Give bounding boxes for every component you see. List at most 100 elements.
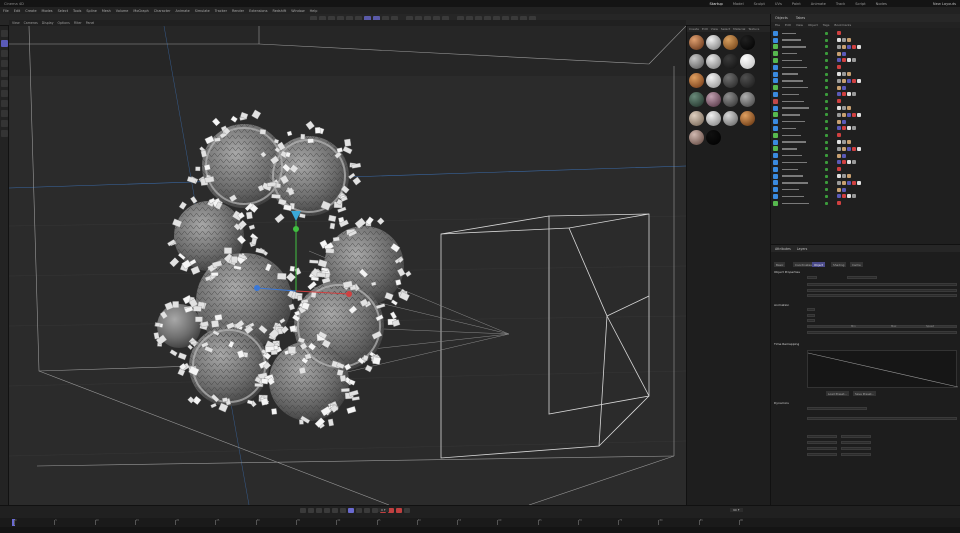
visibility-check-icon[interactable]: [825, 52, 828, 56]
visibility-check-icon[interactable]: [825, 106, 828, 110]
field-2[interactable]: [847, 276, 877, 280]
transport-button-icon[interactable]: [356, 508, 362, 513]
menu-tracker[interactable]: Tracker: [215, 9, 227, 13]
material-tag-icon[interactable]: [842, 187, 846, 192]
transport-button-icon[interactable]: [396, 508, 402, 513]
field-3[interactable]: [807, 283, 957, 287]
material-tag-icon[interactable]: [837, 58, 841, 63]
material-tag-icon[interactable]: [847, 160, 851, 165]
object-menu-file[interactable]: File: [775, 23, 780, 27]
material-tag-icon[interactable]: [842, 174, 846, 179]
material-tag-icon[interactable]: [842, 180, 846, 185]
material-tag-icon[interactable]: [852, 44, 856, 49]
material-swatch[interactable]: [689, 111, 704, 126]
object-menu-tags[interactable]: Tags: [823, 23, 830, 27]
layout-tab-track[interactable]: Track: [836, 2, 845, 6]
menu-volume[interactable]: Volume: [116, 9, 129, 13]
prop-tab-coordinates[interactable]: Coordinates: [793, 262, 814, 267]
field-19[interactable]: [841, 453, 871, 457]
menu-mograph[interactable]: MoGraph: [133, 9, 148, 13]
material-tag-icon[interactable]: [837, 160, 841, 165]
menu-extensions[interactable]: Extensions: [249, 9, 267, 13]
field-8[interactable]: [807, 319, 815, 323]
visibility-check-icon[interactable]: [825, 181, 828, 185]
material-swatch[interactable]: [740, 73, 755, 88]
visibility-check-icon[interactable]: [825, 201, 828, 205]
material-tag-icon[interactable]: [842, 78, 846, 83]
visibility-check-icon[interactable]: [825, 133, 828, 137]
visibility-check-icon[interactable]: [825, 99, 828, 103]
material-swatch[interactable]: [723, 111, 738, 126]
material-tag-icon[interactable]: [852, 180, 856, 185]
prop-tab-cache[interactable]: Cache: [850, 262, 863, 267]
material-tag-icon[interactable]: [842, 92, 846, 97]
material-tag-icon[interactable]: [837, 38, 841, 43]
layout-tab-script[interactable]: Script: [855, 2, 865, 6]
visibility-check-icon[interactable]: [825, 120, 828, 124]
object-row[interactable]: [781, 193, 960, 200]
material-tag-icon[interactable]: [837, 51, 841, 56]
menu-modes[interactable]: Modes: [42, 9, 53, 13]
tool-icon[interactable]: [1, 130, 8, 137]
material-tag-icon[interactable]: [842, 146, 846, 151]
material-tag-icon[interactable]: [837, 140, 841, 145]
material-tag-icon[interactable]: [852, 92, 856, 97]
material-tag-icon[interactable]: [847, 38, 851, 43]
material-tag-icon[interactable]: [842, 119, 846, 124]
material-tag-icon[interactable]: [852, 112, 856, 117]
material-tag-icon[interactable]: [847, 92, 851, 97]
object-row[interactable]: [781, 132, 960, 139]
field-6[interactable]: [807, 308, 815, 312]
material-tag-icon[interactable]: [837, 85, 841, 90]
material-tag-icon[interactable]: [842, 38, 846, 43]
section-time-remapping[interactable]: Time Remapping: [774, 342, 799, 346]
field-12[interactable]: [807, 435, 837, 439]
menu-simulate[interactable]: Simulate: [195, 9, 210, 13]
layout-tab-uvs[interactable]: UVs: [775, 2, 782, 6]
material-tag-icon[interactable]: [837, 119, 841, 124]
prop-tab-object[interactable]: Object: [812, 262, 826, 267]
viewport-menu-cameras[interactable]: Cameras: [24, 21, 38, 25]
material-tag-icon[interactable]: [857, 78, 861, 83]
material-menu-texture[interactable]: Texture: [748, 27, 759, 31]
section-dynamics[interactable]: Dynamics: [774, 401, 789, 405]
menu-file[interactable]: File: [3, 9, 9, 13]
layout-tab-startup[interactable]: Startup: [710, 2, 723, 6]
transport-button-icon[interactable]: [316, 508, 322, 513]
menu-window[interactable]: Window: [291, 9, 304, 13]
prop-tab-shading[interactable]: Shading: [831, 262, 847, 267]
material-tag-icon[interactable]: [847, 58, 851, 63]
material-tag-icon[interactable]: [837, 72, 841, 77]
layout-tab-model[interactable]: Model: [733, 2, 744, 6]
material-tag-icon[interactable]: [837, 65, 841, 70]
prop-tab-basic[interactable]: Basic: [774, 262, 786, 267]
material-swatch[interactable]: [689, 130, 704, 145]
material-tag-icon[interactable]: [852, 58, 856, 63]
material-swatch[interactable]: [689, 54, 704, 69]
section-object-properties[interactable]: Object Properties: [774, 270, 800, 274]
material-tag-icon[interactable]: [837, 133, 841, 138]
object-row[interactable]: [781, 64, 960, 71]
field-14[interactable]: [807, 441, 837, 445]
material-tag-icon[interactable]: [842, 112, 846, 117]
material-tag-icon[interactable]: [842, 140, 846, 145]
material-tag-icon[interactable]: [842, 106, 846, 111]
visibility-check-icon[interactable]: [825, 113, 828, 117]
material-tag-icon[interactable]: [842, 153, 846, 158]
material-tag-icon[interactable]: [852, 160, 856, 165]
menu-redshift[interactable]: Redshift: [272, 9, 286, 13]
material-tag-icon[interactable]: [837, 31, 841, 36]
visibility-check-icon[interactable]: [825, 92, 828, 96]
menu-animate[interactable]: Animate: [176, 9, 190, 13]
object-row[interactable]: [781, 166, 960, 173]
layout-tab-animate[interactable]: Animate: [811, 2, 826, 6]
tool-icon[interactable]: [1, 110, 8, 117]
material-tag-icon[interactable]: [857, 146, 861, 151]
visibility-check-icon[interactable]: [825, 79, 828, 83]
tool-icon[interactable]: [1, 70, 8, 77]
material-tag-icon[interactable]: [837, 174, 841, 179]
material-swatch[interactable]: [723, 35, 738, 50]
material-tag-icon[interactable]: [847, 126, 851, 131]
material-tag-icon[interactable]: [837, 201, 841, 206]
viewport-menu-filter[interactable]: Filter: [74, 21, 82, 25]
